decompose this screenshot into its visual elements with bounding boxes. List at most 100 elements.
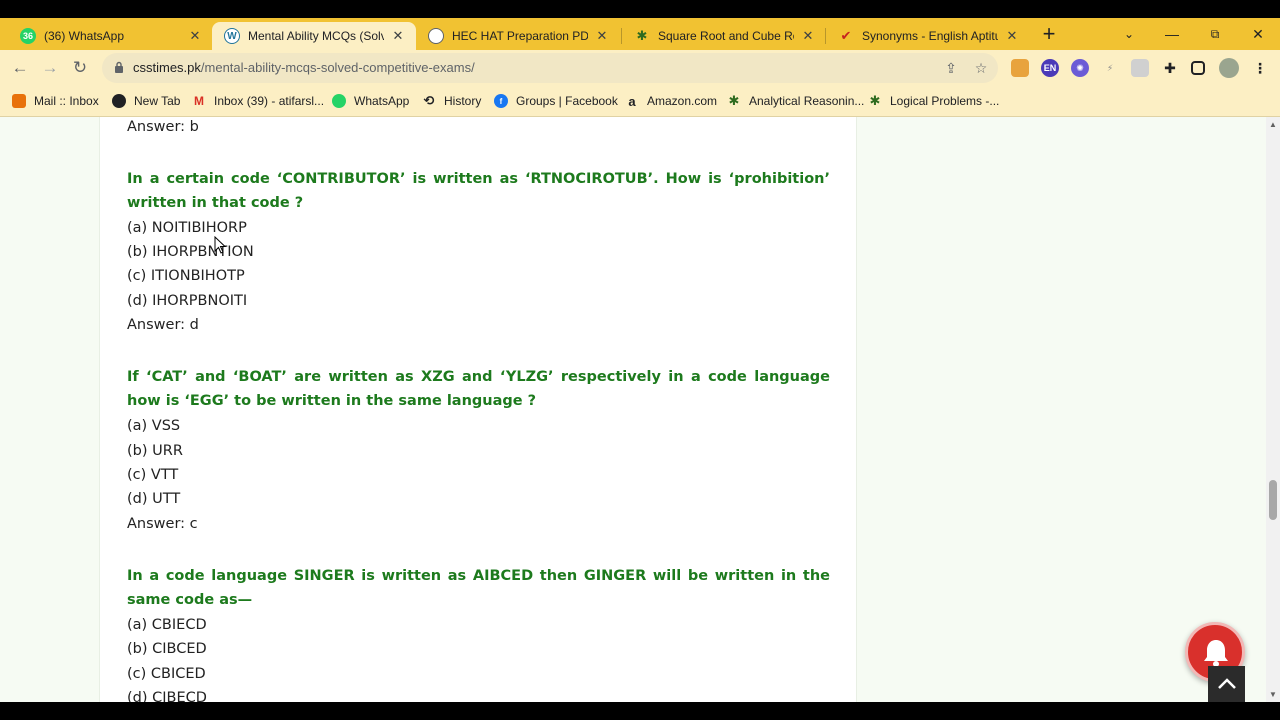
extension-drive-icon[interactable] bbox=[1011, 59, 1029, 77]
site-logo-icon: ✔ bbox=[840, 28, 852, 43]
indiabix-icon: ✱ bbox=[728, 93, 740, 108]
lock-icon bbox=[115, 61, 123, 73]
bookmark-label: Inbox (39) - atifarsl... bbox=[214, 94, 325, 108]
avatar[interactable] bbox=[1219, 58, 1239, 78]
tab-synonyms[interactable]: ✔ Synonyms - English Aptitude ✕ bbox=[826, 22, 1030, 50]
bookmark-label: Mail :: Inbox bbox=[34, 94, 99, 108]
url-text: csstimes.pk/mental-ability-mcqs-solved-c… bbox=[133, 60, 475, 75]
bookmark-label: WhatsApp bbox=[354, 94, 410, 108]
forward-button[interactable]: → bbox=[38, 56, 62, 80]
bookmark-label: History bbox=[444, 94, 482, 108]
browser-window: 36 (36) WhatsApp ✕ W Mental Ability MCQs… bbox=[0, 18, 1280, 702]
option-text: (c) CBICED bbox=[127, 666, 206, 682]
scrollbar-thumb[interactable] bbox=[1269, 480, 1277, 520]
tab-title: Synonyms - English Aptitude bbox=[862, 29, 998, 43]
bookmark-label: Logical Problems -... bbox=[890, 94, 1000, 108]
bookmark-amazon[interactable]: a Amazon.com bbox=[625, 93, 717, 109]
bookmark-logical-problems[interactable]: ✱ Logical Problems -... bbox=[868, 93, 1000, 109]
option-text: (d) UTT bbox=[127, 491, 181, 507]
close-tab-icon[interactable]: ✕ bbox=[800, 28, 816, 44]
minimize-button[interactable]: — bbox=[1152, 22, 1192, 46]
chevron-up-icon bbox=[1217, 678, 1236, 689]
bookmark-gmail[interactable]: M Inbox (39) - atifarsl... bbox=[192, 93, 324, 109]
tab-title: Mental Ability MCQs (Solved bbox=[248, 29, 384, 43]
tab-hec-hat[interactable]: HEC HAT Preparation PDF.pd ✕ bbox=[416, 22, 620, 50]
tab-title: (36) WhatsApp bbox=[44, 29, 125, 43]
extension-en-icon[interactable]: EN bbox=[1041, 59, 1059, 77]
bell-icon bbox=[1204, 640, 1228, 667]
tab-search-chevron-icon[interactable]: ⌄ bbox=[1109, 22, 1149, 46]
bookmark-facebook-groups[interactable]: f Groups | Facebook bbox=[494, 93, 618, 109]
bookmark-analytical-reasoning[interactable]: ✱ Analytical Reasonin... bbox=[727, 93, 865, 109]
indiabix-icon: ✱ bbox=[869, 93, 881, 108]
new-tab-button[interactable]: + bbox=[1038, 23, 1060, 46]
address-bar[interactable]: csstimes.pk/mental-ability-mcqs-solved-c… bbox=[102, 53, 998, 83]
bookmark-label: Amazon.com bbox=[647, 94, 718, 108]
close-tab-icon[interactable]: ✕ bbox=[1004, 28, 1020, 44]
reload-button[interactable]: ↻ bbox=[68, 56, 92, 80]
scroll-to-top-button[interactable] bbox=[1208, 666, 1245, 702]
gmail-icon: M bbox=[194, 94, 204, 108]
back-button[interactable]: ← bbox=[8, 56, 32, 80]
option-text: (d) IHORPBNOITI bbox=[127, 293, 248, 309]
wordpress-icon: W bbox=[224, 28, 240, 44]
tab-mental-ability[interactable]: W Mental Ability MCQs (Solved ✕ bbox=[212, 22, 416, 50]
bookmark-mail-inbox[interactable]: Mail :: Inbox bbox=[12, 93, 99, 109]
globe-icon bbox=[428, 28, 444, 44]
close-tab-icon[interactable]: ✕ bbox=[187, 28, 203, 44]
close-tab-icon[interactable]: ✕ bbox=[390, 28, 406, 44]
bookmark-star-icon[interactable]: ☆ bbox=[972, 59, 990, 77]
bookmark-label: Groups | Facebook bbox=[516, 94, 618, 108]
side-panel-icon[interactable] bbox=[1191, 61, 1205, 75]
scroll-up-arrow-icon[interactable]: ▲ bbox=[1269, 121, 1277, 129]
page-scrollbar[interactable]: ▲ ▼ bbox=[1266, 117, 1280, 702]
tab-square-root[interactable]: ✱ Square Root and Cube Root ✕ bbox=[622, 22, 826, 50]
restore-button[interactable]: ⧉ bbox=[1195, 22, 1235, 46]
question-text: If ‘CAT’ and ‘BOAT’ are written as XZG a… bbox=[127, 369, 830, 410]
url-path: /mental-ability-mcqs-solved-competitive-… bbox=[200, 60, 475, 75]
answer-text: Answer: c bbox=[127, 516, 198, 532]
bookmark-label: New Tab bbox=[134, 94, 181, 108]
history-icon: ⟲ bbox=[423, 93, 435, 108]
bookmark-history[interactable]: ⟲ History bbox=[422, 93, 482, 109]
option-text: (b) IHORPBNTION bbox=[127, 244, 254, 260]
tab-whatsapp[interactable]: 36 (36) WhatsApp ✕ bbox=[8, 22, 213, 50]
question-text: In a certain code ‘CONTRIBUTOR’ is writt… bbox=[127, 171, 830, 212]
globe-icon bbox=[112, 94, 126, 108]
tab-strip: 36 (36) WhatsApp ✕ W Mental Ability MCQs… bbox=[0, 18, 1280, 50]
page-viewport: Answer: b In a certain code ‘CONTRIBUTOR… bbox=[0, 117, 1266, 702]
amazon-icon: a bbox=[628, 93, 636, 109]
scroll-down-arrow-icon[interactable]: ▼ bbox=[1269, 691, 1277, 699]
extension-wand-icon[interactable]: ⚡ bbox=[1101, 59, 1119, 77]
close-tab-icon[interactable]: ✕ bbox=[594, 28, 610, 44]
close-window-button[interactable]: ✕ bbox=[1238, 22, 1278, 46]
share-icon[interactable]: ⇪ bbox=[942, 59, 960, 77]
whatsapp-icon: 36 bbox=[20, 28, 36, 44]
mail-icon bbox=[12, 94, 26, 108]
url-domain: csstimes.pk bbox=[133, 60, 201, 75]
extensions-puzzle-icon[interactable]: ✚ bbox=[1161, 59, 1179, 77]
bookmark-whatsapp[interactable]: WhatsApp bbox=[332, 93, 409, 109]
option-text: (c) VTT bbox=[127, 467, 179, 483]
bookmark-label: Analytical Reasonin... bbox=[749, 94, 865, 108]
option-text: (b) URR bbox=[127, 443, 183, 459]
mouse-cursor-icon bbox=[214, 236, 226, 254]
option-text: (d) CIBECD bbox=[127, 690, 207, 702]
extension-js-icon[interactable] bbox=[1131, 59, 1149, 77]
answer-text: Answer: b bbox=[127, 119, 199, 135]
indiabix-icon: ✱ bbox=[636, 28, 648, 43]
option-text: (a) VSS bbox=[127, 418, 181, 434]
bookmark-new-tab[interactable]: New Tab bbox=[112, 93, 180, 109]
toolbar: ← → ↻ csstimes.pk/mental-ability-mcqs-so… bbox=[0, 50, 1280, 86]
menu-kebab-icon[interactable]: ⋮ bbox=[1251, 59, 1269, 77]
option-text: (c) ITIONBIHOTP bbox=[127, 268, 245, 284]
tab-title: HEC HAT Preparation PDF.pd bbox=[452, 29, 588, 43]
option-text: (a) NOITIBIHORP bbox=[127, 220, 247, 236]
whatsapp-icon bbox=[332, 94, 346, 108]
extension-settings-icon[interactable]: ✺ bbox=[1071, 59, 1089, 77]
question-text: In a code language SINGER is written as … bbox=[127, 568, 830, 609]
option-text: (a) CBIECD bbox=[127, 617, 207, 633]
facebook-icon: f bbox=[494, 94, 508, 108]
bookmarks-bar: Mail :: Inbox New Tab M Inbox (39) - atif… bbox=[0, 86, 1280, 117]
option-text: (b) CIBCED bbox=[127, 641, 207, 657]
